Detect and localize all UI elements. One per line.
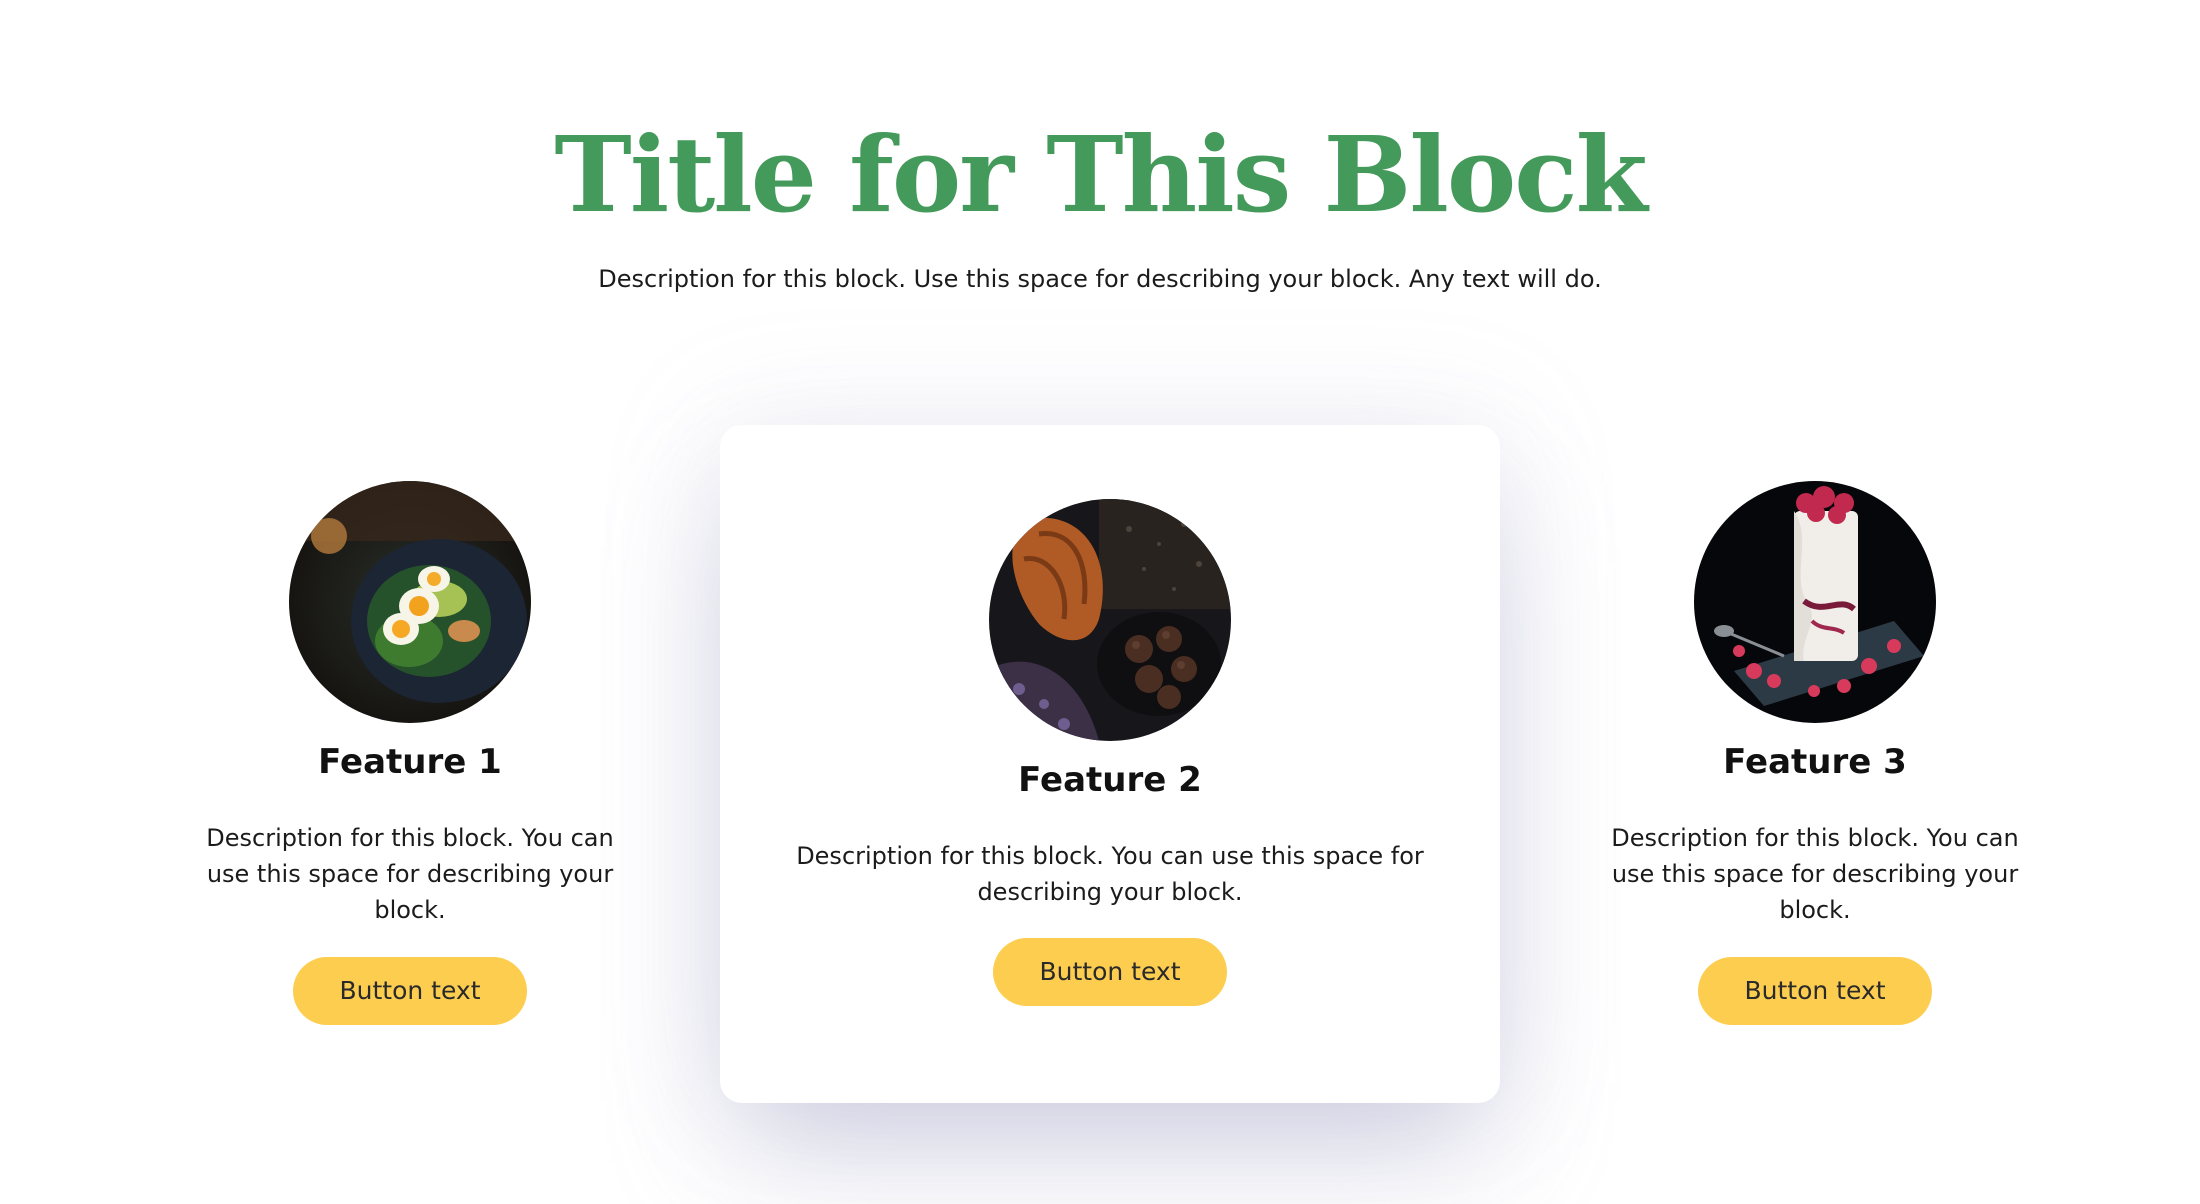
features-block: Title for This Block Description for thi…: [0, 0, 2200, 1204]
feature-2-title: Feature 2: [1018, 760, 1202, 800]
feature-2-description: Description for this block. You can use …: [796, 842, 1424, 906]
feature-3-description: Description for this block. You can use …: [1611, 824, 2019, 924]
feature-2-button[interactable]: Button text: [993, 938, 1227, 1006]
feature-1-description: Description for this block. You can use …: [206, 824, 614, 924]
feature-1-button[interactable]: Button text: [293, 957, 527, 1025]
feature-1-image: [289, 481, 531, 723]
feature-card-2: Feature 2 Description for this block. Yo…: [720, 425, 1500, 1103]
feature-3-image: [1694, 481, 1936, 723]
raspberry-yogurt-photo: [1694, 481, 1936, 723]
avocado-toast-photo: [289, 481, 531, 723]
block-description: Description for this block. Use this spa…: [598, 265, 1602, 293]
feature-3-button[interactable]: Button text: [1698, 957, 1932, 1025]
feature-3-title: Feature 3: [1723, 742, 1907, 782]
feature-1-title: Feature 1: [318, 742, 502, 782]
croissant-truffles-photo: [989, 499, 1231, 741]
block-title: Title for This Block: [554, 113, 1647, 236]
feature-2-image: [989, 499, 1231, 741]
feature-card-1: Feature 1 Description for this block. Yo…: [150, 450, 670, 1050]
feature-card-3: Feature 3 Description for this block. Yo…: [1555, 450, 2075, 1050]
